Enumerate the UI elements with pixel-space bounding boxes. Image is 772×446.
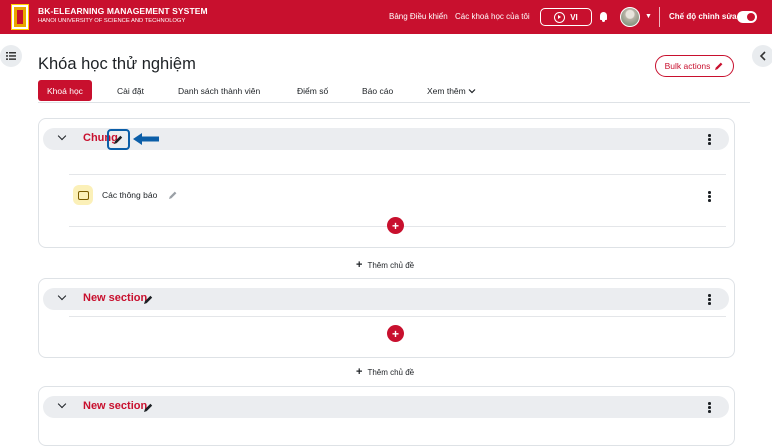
add-topic-link[interactable]: + Thêm chủ đề: [356, 259, 414, 271]
collapse-chevron-icon[interactable]: [57, 131, 67, 141]
notification-bell-icon[interactable]: [600, 12, 607, 22]
section-menu-icon[interactable]: [708, 402, 711, 414]
edit-title-pencil-icon[interactable]: [143, 402, 154, 413]
bulk-actions-button[interactable]: Bulk actions: [655, 55, 734, 77]
tab-reports[interactable]: Báo cáo: [362, 80, 393, 101]
site-logo[interactable]: [11, 4, 29, 30]
block-drawer-toggle[interactable]: [752, 45, 772, 67]
tabs-divider: [38, 102, 750, 103]
edit-activity-pencil-icon[interactable]: [168, 190, 178, 200]
tab-participants[interactable]: Danh sách thành viên: [178, 80, 260, 101]
section-menu-icon[interactable]: [708, 134, 711, 146]
tab-settings[interactable]: Cài đặt: [117, 80, 144, 101]
brand-title: BK-ELEARNING MANAGEMENT SYSTEM: [38, 6, 208, 16]
collapse-chevron-icon[interactable]: [57, 399, 67, 409]
site-brand[interactable]: BK-ELEARNING MANAGEMENT SYSTEM HANOI UNI…: [38, 6, 208, 24]
user-avatar[interactable]: [620, 7, 640, 27]
top-navbar: BK-ELEARNING MANAGEMENT SYSTEM HANOI UNI…: [0, 0, 772, 34]
bulk-actions-label: Bulk actions: [664, 61, 711, 71]
tab-more-label: Xem thêm: [427, 85, 466, 96]
dashboard-link[interactable]: Bảng Điều khiển: [389, 12, 448, 21]
edit-mode-label: Chế độ chỉnh sửa: [669, 12, 737, 21]
add-topic-label: Thêm chủ đề: [367, 367, 415, 377]
activity-menu-icon[interactable]: [708, 191, 711, 203]
section-menu-icon[interactable]: [708, 294, 711, 306]
tab-more[interactable]: Xem thêm: [427, 80, 476, 101]
divider: [69, 174, 726, 175]
divider: [69, 316, 726, 317]
language-button[interactable]: VI: [540, 8, 592, 26]
chevron-left-icon: [759, 51, 766, 61]
tab-grades[interactable]: Điểm số: [297, 80, 328, 101]
announcement-icon: [73, 185, 93, 205]
chevron-down-icon: [468, 88, 476, 93]
add-topic-label: Thêm chủ đề: [367, 260, 415, 270]
add-activity-button[interactable]: +: [387, 325, 404, 342]
highlight-box: [107, 129, 130, 150]
navbar-divider: [659, 7, 660, 27]
add-topic-link[interactable]: + Thêm chủ đề: [356, 366, 414, 378]
list-icon: [6, 52, 16, 60]
activity-name[interactable]: Các thông báo: [102, 190, 157, 200]
arrow-left-icon: [133, 133, 159, 145]
brand-subtitle: HANOI UNIVERSITY OF SCIENCE AND TECHNOLO…: [38, 18, 186, 24]
add-activity-button[interactable]: +: [387, 217, 404, 234]
plus-icon: +: [356, 259, 363, 271]
section-card: New section: [38, 386, 735, 446]
tab-course[interactable]: Khoá học: [38, 80, 92, 101]
page-title: Khóa học thử nghiệm: [38, 55, 196, 73]
pencil-icon: [715, 62, 723, 70]
section-title[interactable]: New section: [83, 292, 147, 304]
collapse-chevron-icon[interactable]: [57, 291, 67, 301]
flag-icon: [554, 11, 566, 23]
plus-icon: +: [356, 366, 363, 378]
section-title[interactable]: New section: [83, 400, 147, 412]
edit-mode-toggle[interactable]: [737, 11, 757, 23]
course-index-toggle[interactable]: [0, 45, 22, 67]
edit-title-pencil-icon[interactable]: [143, 294, 154, 305]
section-card: New section: [38, 278, 735, 358]
my-courses-link[interactable]: Các khoá học của tôi: [455, 12, 530, 21]
language-label: VI: [570, 12, 578, 22]
chevron-down-icon[interactable]: ▼: [645, 13, 652, 20]
